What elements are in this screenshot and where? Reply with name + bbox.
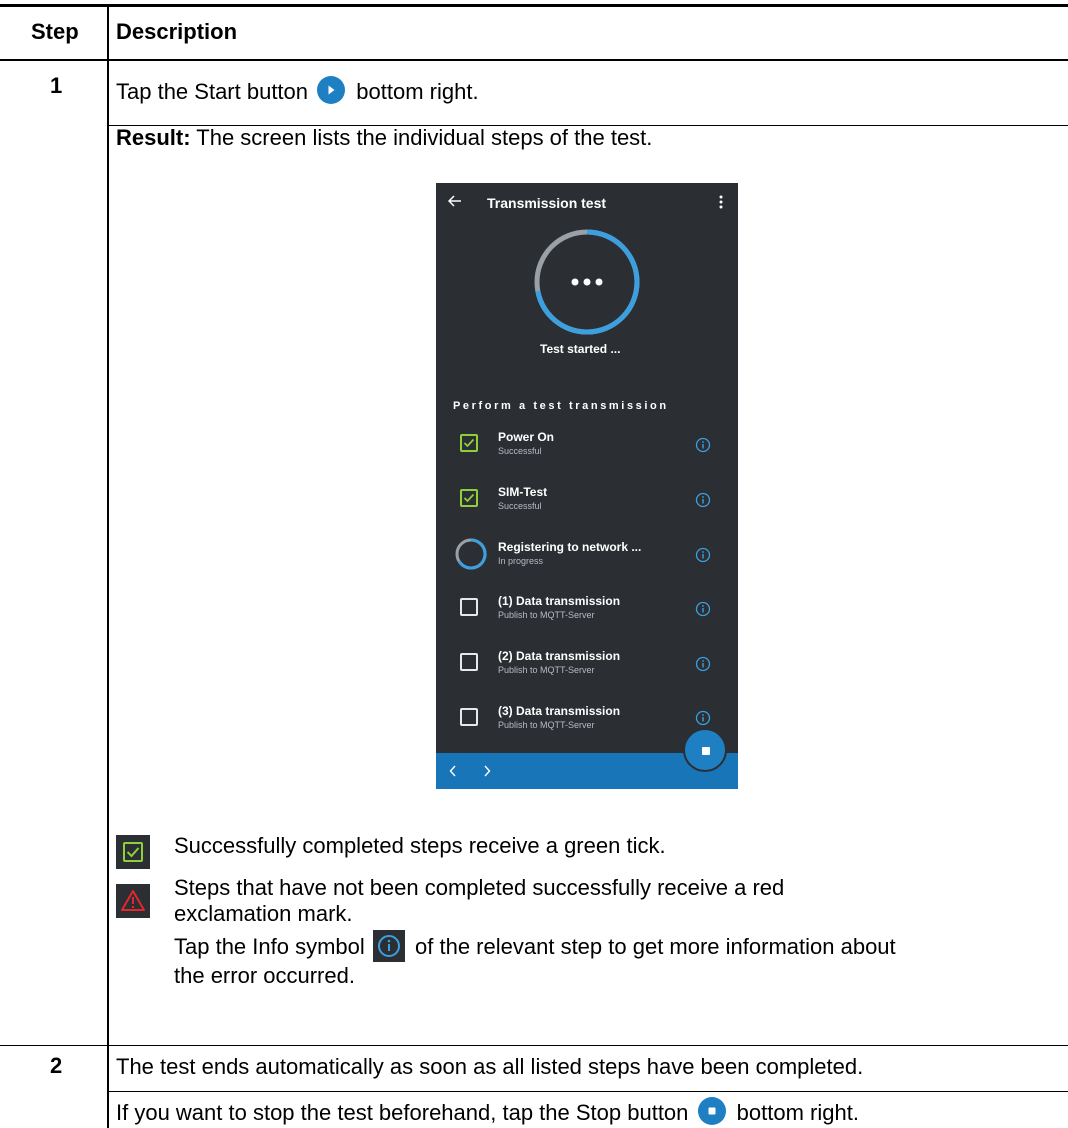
info-icon[interactable] (695, 710, 711, 726)
row2-line2: If you want to stop the test beforehand,… (116, 1097, 859, 1128)
step-number-2: 2 (50, 1053, 63, 1078)
phone-step-sub: In progress (498, 556, 544, 566)
info-instruction-post: of the relevant step to get more informa… (415, 934, 896, 959)
phone-step-name: (2) Data transmission (498, 649, 621, 663)
green-tick-icon (460, 434, 478, 452)
green-tick-icon (460, 489, 478, 507)
info-icon[interactable] (695, 547, 711, 563)
phone-step-sub: Successful (498, 446, 542, 456)
stop-fab-button[interactable] (683, 728, 727, 772)
phone-step-sub: Successful (498, 501, 542, 511)
phone-step-sub: Publish to MQTT-Server (498, 665, 595, 675)
info-icon[interactable] (695, 492, 711, 508)
back-arrow-icon (448, 195, 461, 207)
info-icon (372, 930, 407, 963)
phone-section-title: Perform a test transmission (453, 400, 669, 412)
table-header-rule (0, 59, 1068, 61)
green-tick-icon (116, 835, 150, 869)
row1-result: Result: The screen lists the individual … (116, 124, 652, 152)
header-step: Step (31, 19, 79, 44)
info-instruction-line1: Tap the Info symbol of the relevant step… (174, 930, 896, 963)
stop-icon (697, 1097, 729, 1128)
phone-step-name: Power On (498, 430, 555, 444)
result-label: Result: (116, 125, 191, 150)
phone-step-name: (3) Data transmission (498, 704, 621, 718)
row2-line1: The test ends automatically as soon as a… (116, 1054, 864, 1079)
row2-inner-rule (108, 1091, 1068, 1092)
phone-step-name: Registering to network ... (498, 540, 642, 554)
phone-step-name: (1) Data transmission (498, 594, 621, 608)
step-number-1: 1 (50, 73, 63, 98)
table-column-divider (107, 4, 109, 1128)
empty-checkbox-icon (460, 708, 478, 726)
info-icon[interactable] (695, 601, 711, 617)
legend-error-line2: exclamation mark. (174, 901, 353, 926)
row1-instruction: Tap the Start button bottom right. (116, 76, 479, 107)
progress-spinner-icon (455, 538, 487, 570)
chevron-right-icon[interactable] (483, 765, 491, 777)
instruction-table: Step Description 1 Tap the Start button … (0, 0, 1068, 1128)
phone-step-name: SIM-Test (498, 485, 548, 499)
phone-title: Transmission test (487, 195, 607, 211)
red-warning-icon (116, 884, 150, 918)
chevron-left-icon[interactable] (449, 765, 457, 777)
table-row2-rule (0, 1045, 1068, 1046)
row2-line2-post: bottom right. (736, 1100, 859, 1125)
info-icon[interactable] (695, 437, 711, 453)
legend-error-line1: Steps that have not been completed succe… (174, 875, 785, 900)
row1-instruction-pre: Tap the Start button (116, 79, 309, 104)
progress-ring (534, 229, 640, 335)
legend-success-text: Successfully completed steps receive a g… (174, 833, 666, 858)
header-description: Description (116, 19, 238, 44)
row2-line2-pre: If you want to stop the test beforehand,… (116, 1100, 689, 1125)
table-top-rule (0, 4, 1068, 7)
phone-step-sub: Publish to MQTT-Server (498, 610, 595, 620)
info-icon[interactable] (695, 656, 711, 672)
phone-screenshot: Transmission test Test started ... Perfo… (436, 183, 738, 789)
info-instruction-line2: the error occurred. (174, 963, 355, 988)
play-icon (316, 76, 348, 107)
info-instruction-pre: Tap the Info symbol (174, 934, 365, 959)
row1-instruction-post: bottom right. (356, 79, 479, 104)
phone-status: Test started ... (540, 342, 621, 356)
more-menu-icon (719, 195, 723, 209)
phone-step-sub: Publish to MQTT-Server (498, 720, 595, 730)
empty-checkbox-icon (460, 653, 478, 671)
empty-checkbox-icon (460, 598, 478, 616)
result-text: The screen lists the individual steps of… (196, 125, 653, 150)
